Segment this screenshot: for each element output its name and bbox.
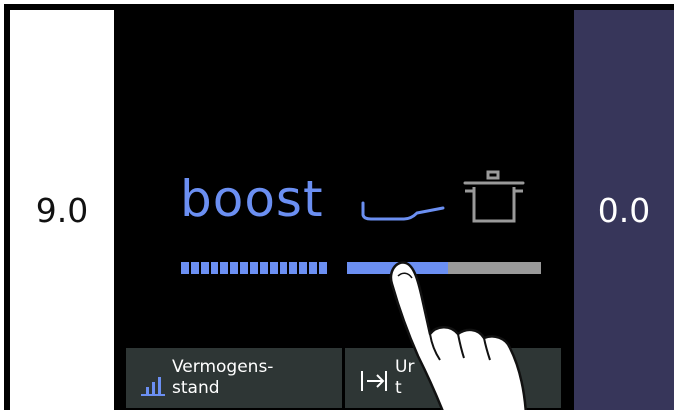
power-segment [230, 262, 239, 274]
power-segment-bar [181, 262, 327, 274]
boost-label: boost [180, 170, 324, 228]
pointing-hand-icon [389, 261, 527, 410]
power-segment [259, 262, 268, 274]
power-segment [289, 262, 298, 274]
power-segment [250, 262, 258, 274]
power-segment [181, 262, 189, 274]
power-segment [210, 262, 219, 274]
wealth-button[interactable]: Vermogens- stand [126, 348, 342, 408]
right-value: 0.0 [597, 190, 651, 230]
power-segment [299, 262, 308, 274]
left-value: 9.0 [35, 190, 89, 230]
power-segment [279, 262, 288, 274]
power-segment [200, 262, 209, 274]
pot-icon[interactable] [462, 169, 526, 229]
pan-icon[interactable] [359, 199, 449, 229]
power-segment [309, 262, 318, 274]
left-value-panel[interactable]: 9.0 [10, 10, 114, 410]
power-segment [240, 262, 249, 274]
power-segment [190, 262, 199, 274]
wealth-button-label: Vermogens- stand [172, 357, 274, 398]
power-segment [220, 262, 229, 274]
power-segment [269, 262, 278, 274]
right-value-panel[interactable]: 0.0 [574, 10, 674, 410]
power-segment [319, 262, 327, 274]
bar-chart-icon [141, 377, 165, 396]
display-frame: 9.0 0.0 boost Vermogens- stand Ur t [4, 4, 674, 410]
